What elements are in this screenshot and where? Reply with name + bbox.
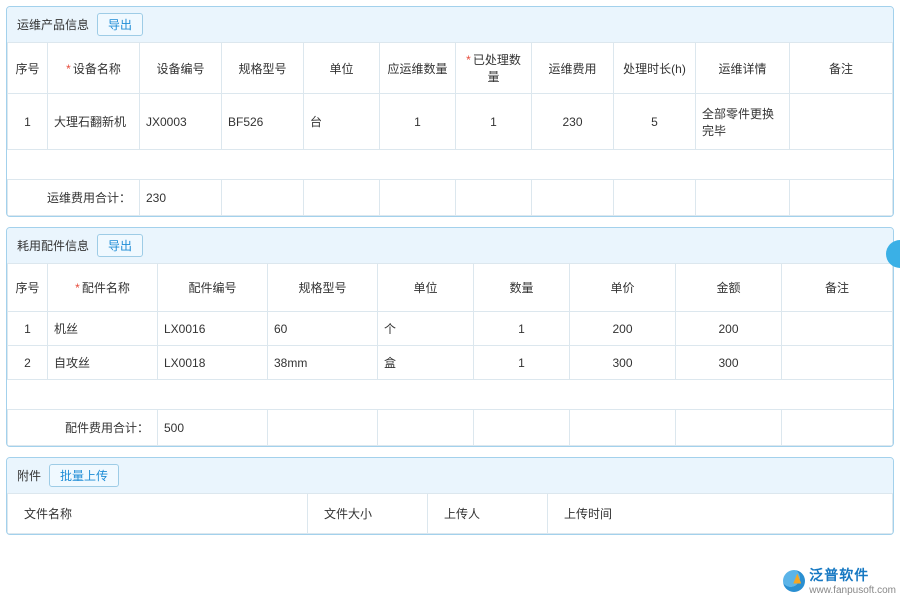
cell-spec: 60	[268, 312, 378, 346]
cell-price: 300	[570, 346, 676, 380]
col-spec: 规格型号	[268, 264, 378, 312]
cell-unit: 盒	[378, 346, 474, 380]
col-fee: 运维费用	[532, 43, 614, 94]
col-seq: 序号	[8, 264, 48, 312]
cell-seq: 2	[8, 346, 48, 380]
watermark-url: www.fanpusoft.com	[809, 585, 896, 596]
col-done-qty: *已处理数量	[456, 43, 532, 94]
col-device-name: *设备名称	[48, 43, 140, 94]
cell-part-name: 自攻丝	[48, 346, 158, 380]
cell-device-code: JX0003	[140, 94, 222, 150]
cell-part-code: LX0018	[158, 346, 268, 380]
parts-total-value: 500	[158, 410, 268, 446]
col-unit: 单位	[378, 264, 474, 312]
batch-upload-button[interactable]: 批量上传	[49, 464, 119, 487]
cell-unit: 台	[304, 94, 380, 150]
table-row[interactable]: 1 大理石翻新机 JX0003 BF526 台 1 1 230 5 全部零件更换…	[8, 94, 893, 150]
parts-total-label: 配件费用合计：	[8, 410, 158, 446]
attachments-panel: 附件 批量上传 文件名称 文件大小 上传人 上传时间	[6, 457, 894, 535]
attachments-table: 文件名称 文件大小 上传人 上传时间	[7, 493, 893, 534]
parts-panel-header: 耗用配件信息 导出	[7, 228, 893, 263]
parts-panel: 耗用配件信息 导出 序号 *配件名称 配件编号 规格型号 单位 数量 单价 金额…	[6, 227, 894, 447]
col-device-code: 设备编号	[140, 43, 222, 94]
cell-qty: 1	[474, 312, 570, 346]
cell-seq: 1	[8, 312, 48, 346]
maintenance-panel-title: 运维产品信息	[17, 16, 89, 33]
col-filename: 文件名称	[8, 494, 308, 534]
cell-seq: 1	[8, 94, 48, 150]
attachments-header-row: 文件名称 文件大小 上传人 上传时间	[8, 494, 893, 534]
attachments-panel-title: 附件	[17, 467, 41, 484]
col-duration: 处理时长(h)	[614, 43, 696, 94]
parts-header-row: 序号 *配件名称 配件编号 规格型号 单位 数量 单价 金额 备注	[8, 264, 893, 312]
maintenance-table: 序号 *设备名称 设备编号 规格型号 单位 应运维数量 *已处理数量 运维费用 …	[7, 42, 893, 216]
maintenance-total-row: 运维费用合计： 230	[8, 180, 893, 216]
col-remark: 备注	[790, 43, 893, 94]
cell-due-qty: 1	[380, 94, 456, 150]
cell-remark	[790, 94, 893, 150]
parts-panel-title: 耗用配件信息	[17, 237, 89, 254]
cell-unit: 个	[378, 312, 474, 346]
col-seq: 序号	[8, 43, 48, 94]
logo-icon	[783, 570, 805, 592]
col-price: 单价	[570, 264, 676, 312]
parts-total-row: 配件费用合计： 500	[8, 410, 893, 446]
cell-duration: 5	[614, 94, 696, 150]
cell-detail: 全部零件更换完毕	[696, 94, 790, 150]
cell-part-code: LX0016	[158, 312, 268, 346]
maintenance-products-panel: 运维产品信息 导出 序号 *设备名称 设备编号 规格型号 单位 应运维数量 *已…	[6, 6, 894, 217]
cell-spec: BF526	[222, 94, 304, 150]
cell-remark	[782, 346, 893, 380]
cell-fee: 230	[532, 94, 614, 150]
attachments-panel-header: 附件 批量上传	[7, 458, 893, 493]
col-amount: 金额	[676, 264, 782, 312]
col-unit: 单位	[304, 43, 380, 94]
parts-export-button[interactable]: 导出	[97, 234, 143, 257]
col-remark: 备注	[782, 264, 893, 312]
col-uploader: 上传人	[428, 494, 548, 534]
watermark-brand: 泛普软件	[809, 565, 896, 585]
col-spec: 规格型号	[222, 43, 304, 94]
cell-remark	[782, 312, 893, 346]
col-size: 文件大小	[308, 494, 428, 534]
cell-device-name: 大理石翻新机	[48, 94, 140, 150]
col-part-code: 配件编号	[158, 264, 268, 312]
watermark: 泛普软件 www.fanpusoft.com	[783, 565, 896, 596]
col-detail: 运维详情	[696, 43, 790, 94]
cell-price: 200	[570, 312, 676, 346]
cell-amount: 300	[676, 346, 782, 380]
col-part-name: *配件名称	[48, 264, 158, 312]
cell-qty: 1	[474, 346, 570, 380]
col-time: 上传时间	[548, 494, 893, 534]
table-row[interactable]: 2 自攻丝 LX0018 38mm 盒 1 300 300	[8, 346, 893, 380]
table-row[interactable]: 1 机丝 LX0016 60 个 1 200 200	[8, 312, 893, 346]
cell-done-qty: 1	[456, 94, 532, 150]
col-qty: 数量	[474, 264, 570, 312]
maintenance-panel-header: 运维产品信息 导出	[7, 7, 893, 42]
maintenance-total-label: 运维费用合计：	[8, 180, 140, 216]
parts-table: 序号 *配件名称 配件编号 规格型号 单位 数量 单价 金额 备注 1 机丝 L…	[7, 263, 893, 446]
maintenance-export-button[interactable]: 导出	[97, 13, 143, 36]
cell-amount: 200	[676, 312, 782, 346]
maintenance-header-row: 序号 *设备名称 设备编号 规格型号 单位 应运维数量 *已处理数量 运维费用 …	[8, 43, 893, 94]
col-due-qty: 应运维数量	[380, 43, 456, 94]
cell-part-name: 机丝	[48, 312, 158, 346]
cell-spec: 38mm	[268, 346, 378, 380]
maintenance-total-value: 230	[140, 180, 222, 216]
